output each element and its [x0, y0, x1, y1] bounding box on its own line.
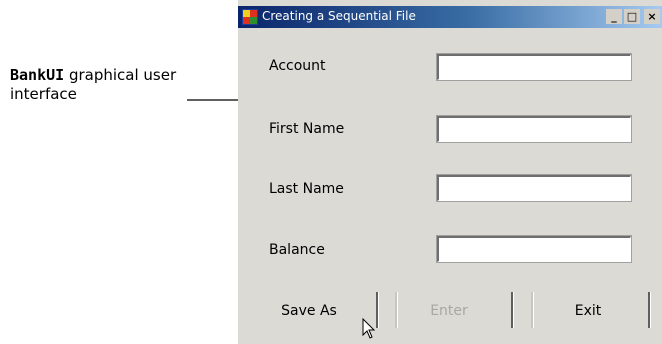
maximize-button[interactable]: □ [624, 9, 640, 24]
last-name-field[interactable] [436, 174, 632, 202]
callout-code: BankUI [10, 66, 65, 84]
separator [511, 292, 514, 328]
first-name-label: First Name [269, 121, 345, 137]
app-icon [242, 9, 258, 25]
minimize-button[interactable]: _ [606, 9, 622, 24]
save-as-button[interactable]: Save As [246, 288, 372, 334]
bankui-window: Creating a Sequential File _ □ × Account… [238, 0, 662, 344]
window-title: Creating a Sequential File [262, 9, 416, 23]
close-button[interactable]: × [644, 9, 660, 24]
account-field[interactable] [436, 53, 632, 81]
separator [648, 292, 651, 328]
last-name-label: Last Name [269, 181, 344, 197]
mouse-cursor-icon [362, 318, 376, 339]
account-label: Account [269, 58, 326, 74]
balance-field[interactable] [436, 235, 632, 263]
first-name-field[interactable] [436, 115, 632, 143]
enter-button[interactable]: Enter [386, 288, 512, 334]
balance-label: Balance [269, 242, 325, 258]
exit-button[interactable]: Exit [525, 288, 651, 334]
title-bar[interactable]: Creating a Sequential File _ □ × [238, 6, 662, 28]
separator [376, 292, 379, 328]
